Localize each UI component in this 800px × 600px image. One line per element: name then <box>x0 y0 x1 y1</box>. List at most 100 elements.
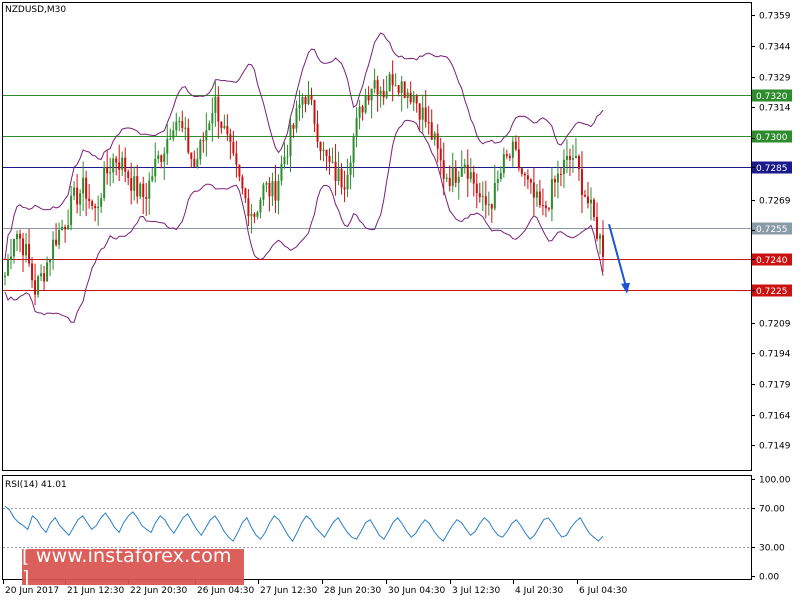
candle-body <box>34 280 37 295</box>
candle-body <box>253 213 256 217</box>
candle-body <box>100 198 103 207</box>
candle-body <box>286 156 289 158</box>
candle-body <box>4 275 6 277</box>
candle-body <box>202 140 205 142</box>
candle-body <box>220 121 223 129</box>
candle-body <box>409 92 412 103</box>
candle-body <box>385 91 388 98</box>
candle-body <box>595 217 598 239</box>
candle-body <box>124 157 127 172</box>
candle-body <box>433 133 436 140</box>
candle-body <box>487 204 490 206</box>
candle-body <box>310 94 313 100</box>
x-tick-label: 28 Jun 20:30 <box>324 586 381 596</box>
candle-body <box>223 125 226 129</box>
candle-body <box>19 233 22 239</box>
candle-body <box>526 175 529 180</box>
candle-body <box>559 173 562 175</box>
candle-body <box>271 181 274 197</box>
chart: 0.7320 0.7300 0.7285 0.7255 0.7240 0.7225 0.7… <box>0 0 800 600</box>
candle-body <box>232 141 235 154</box>
candle-body <box>226 125 229 135</box>
chart-title: NZDUSD,M30 <box>5 5 66 15</box>
candle-body <box>283 156 286 165</box>
candle-body <box>322 149 325 152</box>
candle-body <box>478 193 481 198</box>
level-label: 0.7225 <box>756 287 788 297</box>
candle-body <box>418 103 421 120</box>
candle-body <box>244 188 247 199</box>
watermark-logo: [ www.instaforex.com ] <box>22 545 244 589</box>
candle-body <box>343 187 346 190</box>
candle-body <box>406 92 409 98</box>
candle-body <box>46 262 49 282</box>
candle-body <box>445 177 448 179</box>
y-tick-label: 0.7149 <box>759 442 791 452</box>
candle-body <box>295 108 298 129</box>
y-tick-label: 0.7314 <box>759 104 791 114</box>
candle-body <box>298 104 301 109</box>
candle-body <box>94 205 97 209</box>
candle-body <box>367 95 370 101</box>
candle-body <box>148 180 151 199</box>
candle-body <box>355 117 358 137</box>
candle-body <box>190 152 193 159</box>
candle-body <box>88 198 91 202</box>
candle-body <box>403 81 406 98</box>
candle-body <box>301 97 304 105</box>
candle-body <box>16 233 19 240</box>
candle-body <box>523 173 526 176</box>
candle-body <box>394 85 397 87</box>
candle-body <box>82 177 85 194</box>
candle-body <box>154 158 157 177</box>
candle-body <box>562 159 565 175</box>
candle-body <box>349 162 352 175</box>
candle-body <box>85 177 88 199</box>
candle-body <box>103 167 106 199</box>
candle-body <box>511 141 514 158</box>
candle-body <box>289 124 292 157</box>
candle-body <box>304 97 307 104</box>
candle-body <box>7 259 10 276</box>
candle-body <box>502 154 505 174</box>
candle-body <box>208 123 211 131</box>
candle-body <box>37 276 40 295</box>
level-label: 0.7300 <box>756 133 788 143</box>
candle-body <box>109 172 112 174</box>
candle-body <box>364 95 367 113</box>
candle-body <box>520 168 523 174</box>
candle-body <box>175 121 178 131</box>
candle-body <box>250 213 253 217</box>
candle-body <box>496 178 499 184</box>
candle-body <box>184 127 187 129</box>
candle-body <box>370 88 373 101</box>
level-label: 0.7255 <box>756 225 788 235</box>
candle-body <box>64 226 67 230</box>
candle-body <box>115 158 118 163</box>
candle-body <box>427 122 430 124</box>
price-panel <box>2 2 752 471</box>
candle-body <box>130 177 133 191</box>
candle-body <box>313 99 316 124</box>
y-tick-label: 0.7194 <box>759 350 791 360</box>
candle-body <box>346 174 349 190</box>
candle-body <box>442 160 445 179</box>
candle-body <box>553 179 556 183</box>
candle-body <box>97 206 100 209</box>
candle-body <box>193 158 196 167</box>
candle-body <box>199 140 202 160</box>
candle-body <box>334 161 337 182</box>
candle-body <box>331 161 334 163</box>
candle-body <box>328 156 331 162</box>
candle-body <box>13 239 16 257</box>
candle-body <box>421 107 424 120</box>
level-label: 0.7285 <box>756 164 788 174</box>
candle-body <box>280 164 283 181</box>
rsi-y-tick-label: 100.00 <box>759 476 791 486</box>
candle-body <box>67 225 70 230</box>
candle-body <box>577 156 580 170</box>
candle-body <box>448 177 451 186</box>
candle-body <box>379 90 382 95</box>
candle-body <box>544 205 547 209</box>
candle-body <box>571 158 574 160</box>
